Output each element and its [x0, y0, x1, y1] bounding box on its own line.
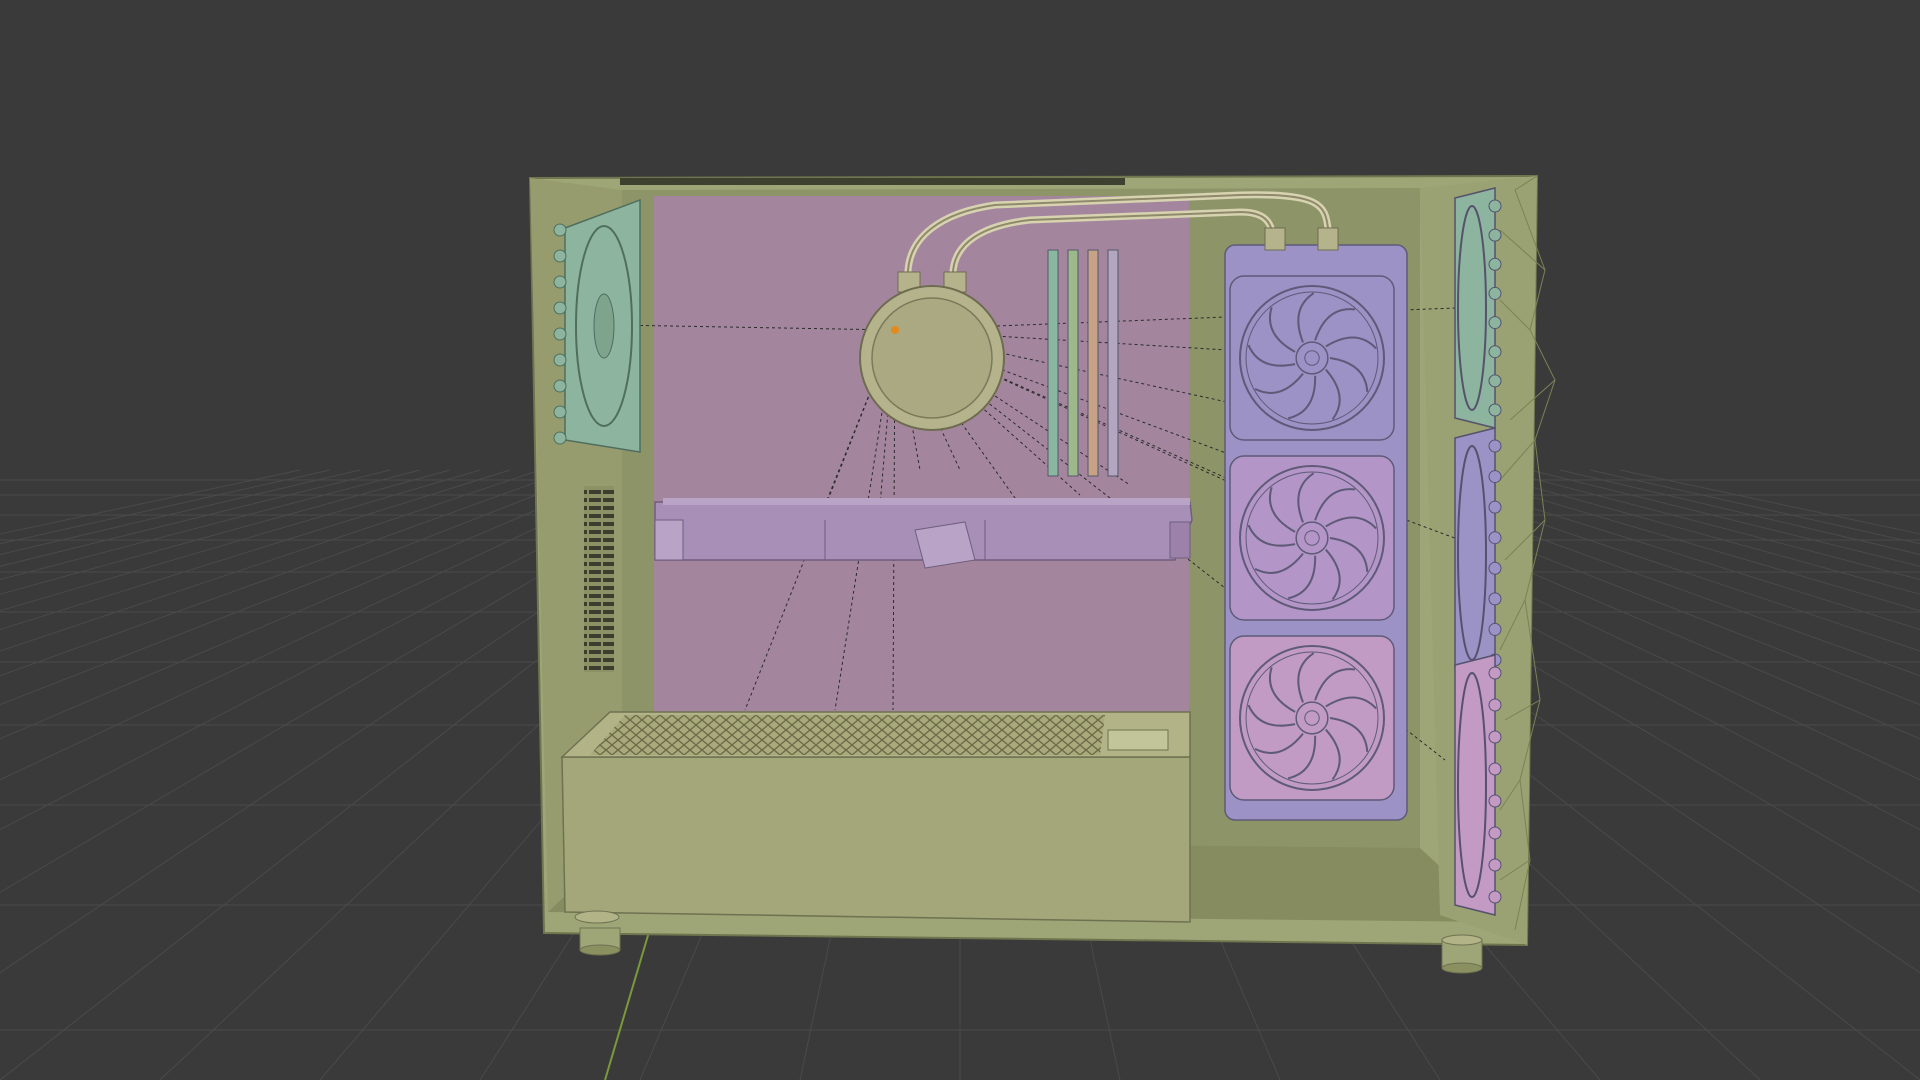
pc-case[interactable] [528, 174, 1556, 974]
fan-hub [1295, 521, 1329, 555]
graphics-card[interactable] [654, 498, 1193, 569]
radiator-fan-1[interactable] [1229, 275, 1395, 441]
radiator[interactable] [1224, 227, 1408, 821]
ram-stick-2[interactable] [1067, 249, 1079, 477]
fan-hub [1295, 701, 1329, 735]
side-fan-1[interactable] [1454, 187, 1502, 429]
psu-mesh-grill [590, 715, 1105, 755]
radiator-fan-3[interactable] [1229, 635, 1395, 801]
ram-stick-3[interactable] [1087, 249, 1099, 477]
origin-marker-icon [891, 326, 899, 334]
power-supply[interactable] [560, 711, 1191, 923]
rear-vents [584, 486, 614, 672]
radiator-fan-2[interactable] [1229, 455, 1395, 621]
top-cable-strip [620, 178, 1125, 185]
rear-exhaust-fan[interactable] [553, 198, 641, 453]
psu-label-plate [1107, 729, 1169, 751]
side-fans[interactable] [1454, 187, 1502, 916]
3d-viewport[interactable] [0, 0, 1920, 1080]
fan-hub [1295, 341, 1329, 375]
viewport-canvas[interactable] [0, 0, 1920, 1080]
ram-stick-4[interactable] [1107, 249, 1119, 477]
side-fan-2[interactable] [1454, 427, 1502, 679]
ram-stick-1[interactable] [1047, 249, 1059, 477]
side-fan-3[interactable] [1454, 654, 1502, 916]
rear-fan-body[interactable] [553, 198, 641, 453]
